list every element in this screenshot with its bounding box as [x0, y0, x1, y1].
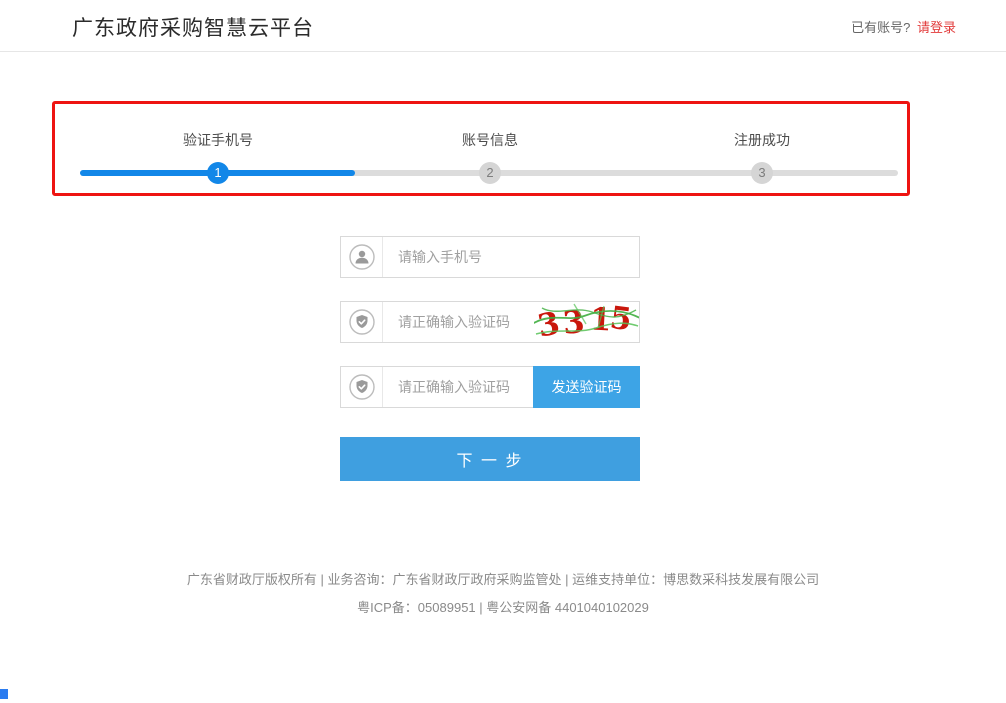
sms-code-input[interactable]: [384, 367, 519, 407]
captcha-input[interactable]: [384, 302, 519, 342]
step-label-account-info: 账号信息: [462, 130, 518, 150]
captcha-noise-lines: [534, 302, 639, 342]
shield-check-icon: [341, 302, 383, 342]
captcha-image[interactable]: 3 3 1 5: [534, 302, 639, 342]
phone-input[interactable]: [384, 237, 625, 277]
corner-blue-mark: [0, 689, 8, 699]
send-code-button[interactable]: 发送验证码: [533, 366, 640, 408]
captcha-field: 3 3 1 5: [340, 301, 640, 343]
step-label-register-success: 注册成功: [734, 130, 790, 150]
login-link[interactable]: 请登录: [917, 20, 956, 35]
page-title: 广东政府采购智慧云平台: [72, 12, 314, 42]
have-account-area: 已有账号? 请登录: [851, 17, 956, 36]
shield-check-icon: [341, 367, 383, 407]
sms-code-field: 发送验证码: [340, 366, 640, 408]
footer-icp-record: 粤ICP备：05089951 | 粤公安网备 4401040102029: [0, 597, 1006, 616]
user-icon: [341, 237, 383, 277]
step-circle-1: 1: [207, 162, 229, 184]
stepper-highlight-annotation: 验证手机号 账号信息 注册成功 1 2 3: [52, 101, 910, 196]
phone-field: [340, 236, 640, 278]
footer-copyright: 广东省财政厅版权所有 | 业务咨询：广东省财政厅政府采购监管处 | 运维支持单位…: [0, 569, 1006, 588]
top-header-bar: 广东政府采购智慧云平台 已有账号? 请登录: [0, 0, 1006, 52]
step-label-verify-phone: 验证手机号: [183, 130, 253, 150]
next-step-button[interactable]: 下 一 步: [340, 437, 640, 481]
step-circle-3: 3: [751, 162, 773, 184]
step-circle-2: 2: [479, 162, 501, 184]
have-account-label: 已有账号?: [851, 20, 910, 35]
